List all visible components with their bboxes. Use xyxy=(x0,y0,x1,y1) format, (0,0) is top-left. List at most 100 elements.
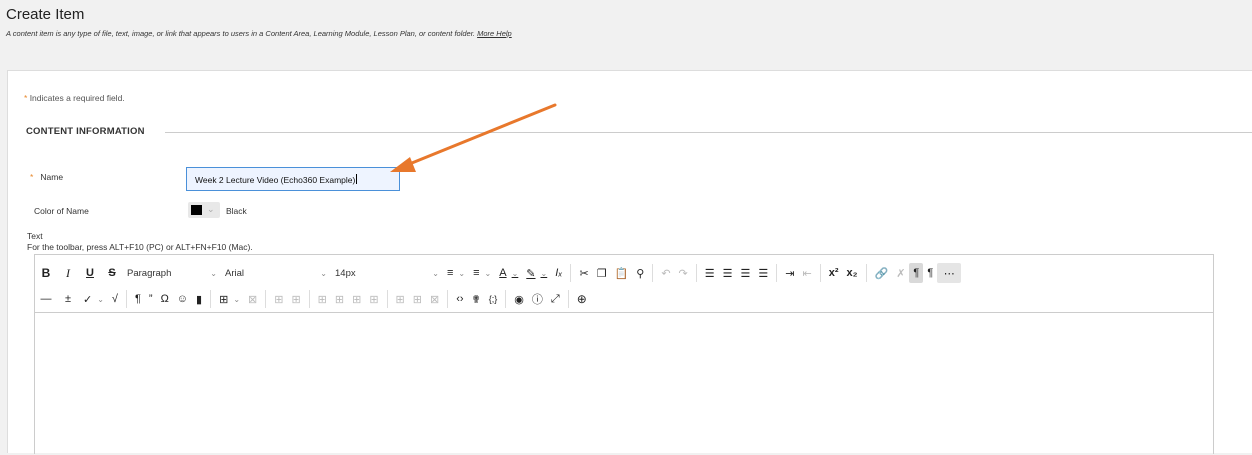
cut-icon[interactable]: ✂ xyxy=(575,263,592,283)
preview-icon[interactable]: ◉ xyxy=(510,289,528,309)
accessibility-icon[interactable]: ✟ xyxy=(468,289,485,309)
col-before-icon[interactable]: ⊞ xyxy=(314,289,331,309)
horizontal-line-icon[interactable]: — xyxy=(35,289,57,309)
text-caret xyxy=(356,174,358,184)
page-header: Create Item A content item is any type o… xyxy=(0,0,1252,70)
bookmark-icon[interactable]: ▮ xyxy=(192,289,206,309)
text-editor: B I U S Paragraph ⌄ Arial ⌄ 14px ⌄ ≡ ⌄ ≡ ⌄ A ⌄… xyxy=(34,254,1214,454)
name-label: * Name xyxy=(30,172,63,182)
align-justify-icon[interactable]: ☰ xyxy=(754,263,772,283)
toolbar-separator xyxy=(265,290,267,308)
paste-icon[interactable]: 📋 xyxy=(611,263,633,283)
subscript-icon[interactable]: x₂ xyxy=(842,263,861,283)
align-right-icon[interactable]: ☰ xyxy=(737,263,755,283)
toolbar-separator xyxy=(865,264,867,282)
font-select[interactable]: Arial ⌄ xyxy=(221,263,331,283)
font-select-value: Arial xyxy=(225,267,245,279)
bold-button[interactable]: B xyxy=(35,263,57,283)
toolbar-row-2: — ± ✓ ⌄ √ ¶ ” Ω ☺ ▮ ⊞ ⌄ ⊠ ⊞ ⊞ ⊞ ⊞ ⊞ ⊞ ⊞ ⊞ … xyxy=(35,286,591,312)
name-label-text: Name xyxy=(40,172,64,182)
toolbar-row-1: B I U S Paragraph ⌄ Arial ⌄ 14px ⌄ ≡ ⌄ ≡ ⌄ A ⌄… xyxy=(35,260,962,286)
toolbar-hint: For the toolbar, press ALT+F10 (PC) or A… xyxy=(27,242,253,252)
link-icon[interactable]: 🔗 xyxy=(871,263,893,283)
math-icon[interactable]: √ xyxy=(108,289,122,309)
size-select[interactable]: 14px ⌄ xyxy=(331,263,443,283)
table-icon[interactable]: ⊞ ⌄ xyxy=(215,289,244,309)
row-before-icon[interactable]: ⊞ xyxy=(270,289,287,309)
toolbar-separator xyxy=(695,264,697,282)
undo-icon[interactable]: ↶ xyxy=(657,263,674,283)
chevron-down-icon: ⌄ xyxy=(320,268,327,278)
delete-table-icon[interactable]: ⊠ xyxy=(426,289,443,309)
toolbar-separator xyxy=(447,290,449,308)
font-color-button[interactable]: A ⌄ xyxy=(495,263,522,283)
add-content-icon[interactable]: ⊕ xyxy=(573,289,591,309)
more-help-link[interactable]: More Help xyxy=(477,29,512,38)
insert-col-icon[interactable]: ⊞ xyxy=(392,289,409,309)
rtl-icon[interactable]: ¶ xyxy=(923,263,937,283)
code-sample-icon[interactable]: {;} xyxy=(485,289,502,309)
toolbar-separator xyxy=(505,290,507,308)
chevron-down-icon: ⌄ xyxy=(210,268,217,278)
name-input-value: Week 2 Lecture Video (Echo360 Example) xyxy=(195,175,356,185)
emoji-icon[interactable]: ☺ xyxy=(173,289,192,309)
insert-anchor-icon[interactable]: ± xyxy=(57,289,79,309)
toolbar-separator xyxy=(570,264,572,282)
table-delete-icon[interactable]: ⊠ xyxy=(244,289,261,309)
page-title: Create Item xyxy=(6,6,85,23)
toolbar-separator xyxy=(386,290,388,308)
text-label: Text xyxy=(27,231,43,241)
clear-formatting-button[interactable]: Iₓ xyxy=(551,263,566,283)
blockquote-icon[interactable]: ” xyxy=(145,289,157,309)
paragraph-select-value: Paragraph xyxy=(127,267,172,279)
outdent-icon[interactable]: ⇤ xyxy=(798,263,815,283)
underline-button[interactable]: U xyxy=(79,263,101,283)
editor-content-area[interactable] xyxy=(35,312,1213,455)
search-icon[interactable]: ⚲ xyxy=(632,263,648,283)
color-label: Color of Name xyxy=(34,206,89,216)
align-left-icon[interactable]: ☰ xyxy=(701,263,719,283)
name-input[interactable]: Week 2 Lecture Video (Echo360 Example) xyxy=(186,167,400,191)
superscript-icon[interactable]: x² xyxy=(825,263,843,283)
chevron-down-icon: ⌄ xyxy=(207,204,215,214)
section-divider xyxy=(165,132,1252,133)
toolbar-separator xyxy=(308,290,310,308)
required-star: * xyxy=(30,172,34,182)
color-value: Black xyxy=(226,206,247,216)
paragraph-mark-icon[interactable]: ¶ xyxy=(131,289,145,309)
fullscreen-icon[interactable]: ⤢ xyxy=(547,289,564,309)
help-icon[interactable]: ⓘ xyxy=(528,289,547,309)
required-star: * xyxy=(24,93,28,103)
indent-icon[interactable]: ⇥ xyxy=(781,263,798,283)
unlink-icon[interactable]: ✗ xyxy=(892,263,909,283)
form-panel: * Indicates a required field. CONTENT IN… xyxy=(7,70,1252,454)
page-description: A content item is any type of file, text… xyxy=(6,29,512,38)
merge-cells-icon[interactable]: ⊞ xyxy=(348,289,365,309)
italic-button[interactable]: I xyxy=(57,263,79,283)
align-center-icon[interactable]: ☰ xyxy=(719,263,737,283)
source-code-icon[interactable]: ‹› xyxy=(452,289,467,309)
chevron-down-icon: ⌄ xyxy=(432,268,439,278)
toolbar-separator xyxy=(819,264,821,282)
more-icon[interactable]: ⋯ xyxy=(937,263,962,283)
highlight-button[interactable]: ✎ ⌄ xyxy=(522,263,551,283)
toolbar-separator xyxy=(776,264,778,282)
col-after-icon[interactable]: ⊞ xyxy=(331,289,348,309)
delete-col-icon[interactable]: ⊞ xyxy=(409,289,426,309)
row-after-icon[interactable]: ⊞ xyxy=(287,289,304,309)
numbered-list-button[interactable]: ≡ ⌄ xyxy=(469,263,495,283)
color-picker-button[interactable]: ⌄ xyxy=(188,202,220,218)
toolbar-separator xyxy=(210,290,212,308)
spellcheck-icon[interactable]: ✓ ⌄ xyxy=(79,289,108,309)
copy-icon[interactable]: ❐ xyxy=(593,263,611,283)
size-select-value: 14px xyxy=(335,267,356,279)
paragraph-select[interactable]: Paragraph ⌄ xyxy=(123,263,221,283)
required-note: * Indicates a required field. xyxy=(24,93,125,103)
special-char-icon[interactable]: Ω xyxy=(157,289,173,309)
bullet-list-button[interactable]: ≡ ⌄ xyxy=(443,263,469,283)
ltr-icon[interactable]: ¶ xyxy=(909,263,924,283)
strikethrough-button[interactable]: S xyxy=(101,263,123,283)
split-cells-icon[interactable]: ⊞ xyxy=(365,289,382,309)
redo-icon[interactable]: ↷ xyxy=(675,263,692,283)
toolbar-separator xyxy=(652,264,654,282)
